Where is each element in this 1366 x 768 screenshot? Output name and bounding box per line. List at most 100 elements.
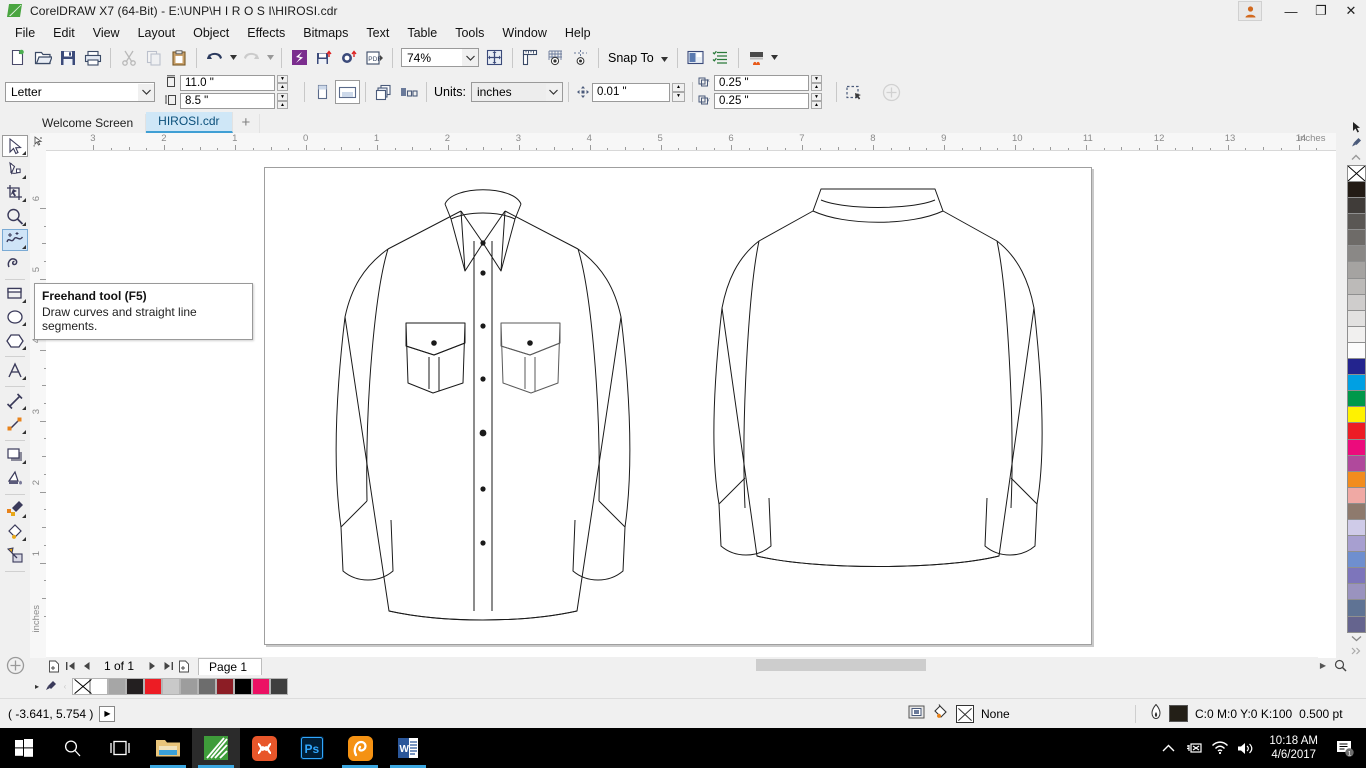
add-page-end-button[interactable] [176,658,192,674]
taskbar-word[interactable]: W [384,728,432,768]
treat-as-filled-button[interactable] [842,80,867,104]
palette-scroll-left-icon[interactable]: ▸ [30,677,44,695]
horizontal-scroll-thumb[interactable] [756,659,926,671]
current-page-button[interactable] [396,80,421,104]
scroll-right-arrow-icon[interactable]: ▶ [1316,657,1330,673]
redo-dropdown-arrow[interactable] [264,46,276,70]
taskbar-clock[interactable]: 10:18 AM 4/6/2017 [1259,734,1328,762]
palette-swatch[interactable] [1347,520,1366,536]
swatch-color[interactable] [216,678,234,695]
shirt-front-view[interactable] [293,171,673,636]
pointer-icon[interactable] [1348,120,1364,135]
status-expand-button[interactable]: ▶ [99,706,115,722]
palette-swatch[interactable] [1347,568,1366,584]
palette-swatch[interactable] [1347,391,1366,407]
palette-expand-icon[interactable] [1347,645,1366,657]
swatch-color[interactable] [144,678,162,695]
options-button[interactable] [683,46,708,70]
swatch-color[interactable] [90,678,108,695]
palette-swatch[interactable] [1347,552,1366,568]
user-account-icon[interactable] [1238,1,1262,21]
swatch-color[interactable] [234,678,252,695]
previous-page-button[interactable] [78,658,94,674]
corel-connect-icon[interactable] [287,46,312,70]
crop-tool[interactable] [2,182,28,204]
menu-file[interactable]: File [6,23,44,43]
copy-button[interactable] [141,46,166,70]
taskbar-photoshop[interactable]: Ps [288,728,336,768]
chevron-down-icon[interactable] [546,84,562,101]
palette-swatch[interactable] [1347,456,1366,472]
menu-tools[interactable]: Tools [446,23,493,43]
new-tab-button[interactable]: + [233,114,261,133]
undo-dropdown-arrow[interactable] [227,46,239,70]
swatch-color[interactable] [162,678,180,695]
interactive-fill-tool[interactable] [2,521,28,543]
swatch-color[interactable] [180,678,198,695]
palette-swatch[interactable] [1347,472,1366,488]
nudge-offset-spinner[interactable]: ▲▼ [672,83,685,102]
all-pages-button[interactable] [371,80,396,104]
duplicate-x-spinner[interactable]: ▼▲ [811,75,822,91]
add-page-start-button[interactable] [46,658,62,674]
palette-swatch[interactable] [1347,584,1366,600]
app-launcher-button[interactable] [744,46,769,70]
swatch-color[interactable] [270,678,288,695]
palette-swatch[interactable] [1347,423,1366,439]
palette-swatch[interactable] [1347,343,1366,359]
swatch-color[interactable] [198,678,216,695]
windows-start-button[interactable] [0,728,48,768]
menu-bitmaps[interactable]: Bitmaps [294,23,357,43]
page-width-field[interactable]: 11.0 " [180,75,275,91]
menu-window[interactable]: Window [493,23,555,43]
nudge-offset-field[interactable]: 0.01 " [592,83,670,102]
print-button[interactable] [80,46,105,70]
battery-plug-icon[interactable] [1181,728,1207,768]
outline-pen-icon[interactable] [1150,704,1162,723]
units-combo[interactable]: inches [471,82,563,102]
page-size-combo[interactable]: Letter [5,82,155,102]
show-grid-button[interactable] [543,46,568,70]
save-document-button[interactable] [55,46,80,70]
palette-swatch[interactable] [1347,407,1366,423]
shape-tool[interactable] [2,158,28,180]
zoom-levels-button[interactable] [482,46,507,70]
show-guidelines-button[interactable] [568,46,593,70]
swatch-color[interactable] [252,678,270,695]
horizontal-scrollbar[interactable] [716,657,1318,673]
palette-swatch[interactable] [1347,214,1366,230]
chevron-down-icon[interactable] [138,84,154,101]
show-rulers-button[interactable] [518,46,543,70]
last-page-button[interactable] [160,658,176,674]
minimize-button[interactable]: — [1276,0,1306,22]
import-button[interactable] [312,46,337,70]
palette-scroll-down-icon[interactable] [1347,633,1366,645]
export-button[interactable] [337,46,362,70]
parallel-dimension-tool[interactable] [2,390,28,412]
menu-text[interactable]: Text [357,23,398,43]
straight-line-connector-tool[interactable] [2,413,28,435]
screen-color-icon[interactable] [908,705,925,723]
paste-button[interactable] [166,46,191,70]
add-button[interactable] [879,80,904,104]
outline-tool[interactable] [2,544,28,566]
palette-swatch[interactable] [1347,182,1366,198]
taskbar-task-view-button[interactable] [96,728,144,768]
swatch-color[interactable] [108,678,126,695]
menu-table[interactable]: Table [398,23,446,43]
close-button[interactable]: ✕ [1336,0,1366,22]
palette-swatch[interactable] [1347,536,1366,552]
palette-swatch[interactable] [1347,295,1366,311]
chevron-down-icon[interactable] [462,49,478,66]
duplicate-y-field[interactable]: 0.25 " [714,93,809,109]
drawing-canvas[interactable] [46,150,1336,658]
taskbar-coreldraw[interactable] [192,728,240,768]
transparency-tool[interactable] [2,467,28,489]
palette-swatch[interactable] [1347,600,1366,616]
wifi-icon[interactable] [1207,728,1233,768]
fill-bucket-icon[interactable] [932,704,949,723]
drop-shadow-tool[interactable] [2,444,28,466]
eyedropper-icon[interactable] [1348,135,1364,150]
snap-to-dropdown[interactable]: Snap To [604,47,672,69]
menu-effects[interactable]: Effects [238,23,294,43]
